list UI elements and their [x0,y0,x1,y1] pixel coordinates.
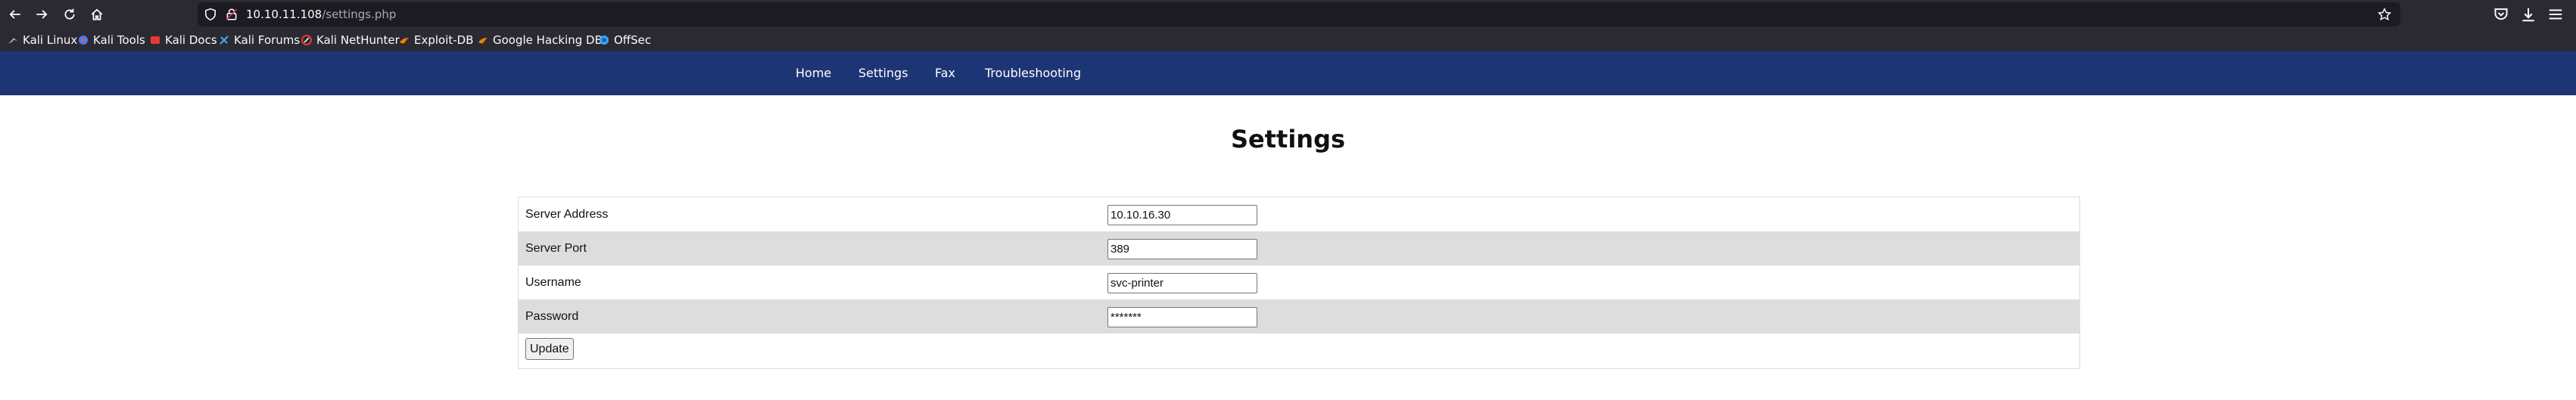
kali-forums-icon [220,36,229,45]
bookmark-label: Exploit-DB [414,33,474,47]
lock-icon[interactable] [225,8,238,21]
bookmark-exploit-db[interactable]: Exploit-DB [399,29,474,51]
reload-icon[interactable] [58,3,81,26]
password-label: Password [525,310,579,323]
username-input[interactable] [1107,273,1257,293]
back-icon[interactable] [4,3,26,26]
home-icon[interactable] [86,3,108,26]
bookmark-kali-tools[interactable]: Kali Tools [78,29,145,51]
bookmark-label: Kali Docs [165,33,217,47]
bookmarks-bar: Kali Linux Kali Tools Kali Docs Kali For… [0,29,2576,51]
bookmark-label: Kali Forums [234,33,301,47]
server-port-input[interactable] [1107,239,1257,259]
bookmark-kali-nethunter[interactable]: Kali NetHunter [301,29,400,51]
menu-icon[interactable] [2547,6,2564,23]
site-nav: Home Settings Fax Troubleshooting [0,51,2576,95]
exploit-db-icon [400,38,409,44]
url-bar[interactable]: 10.10.11.108/settings.php [198,2,2400,26]
pocket-icon[interactable] [2493,6,2509,23]
password-input[interactable] [1107,307,1257,327]
nav-troubleshooting[interactable]: Troubleshooting [985,51,1081,95]
server-address-label: Server Address [525,208,609,221]
nethunter-icon [301,35,312,45]
star-icon[interactable] [2377,7,2392,21]
bookmark-label: Kali Tools [93,33,145,47]
page-title: Settings [1230,125,1346,153]
browser-toolbar: 10.10.11.108/settings.php [0,0,2576,29]
shield-icon[interactable] [204,8,217,21]
url-path: /settings.php [322,8,397,21]
url-host: 10.10.11.108 [246,8,322,21]
form-row-server-port: Server Port [519,231,2079,265]
form-row-username: Username [519,265,2079,299]
bookmark-offsec[interactable]: OffSec [599,29,651,51]
forward-icon[interactable] [30,3,53,26]
server-address-input[interactable] [1107,205,1257,225]
bookmark-label: Google Hacking DB [493,33,603,47]
bookmark-label: OffSec [614,33,652,47]
url-text[interactable]: 10.10.11.108/settings.php [246,2,396,26]
username-label: Username [525,276,581,289]
server-port-label: Server Port [525,242,587,255]
ghdb-icon [478,38,487,44]
bookmark-google-hacking-db[interactable]: Google Hacking DB [478,29,603,51]
bookmark-kali-docs[interactable]: Kali Docs [150,29,217,51]
nav-home[interactable]: Home [796,51,831,95]
bookmark-label: Kali NetHunter [316,33,400,47]
settings-form: Server Address Server Port Username Pass… [518,197,2080,369]
form-row-server-address: Server Address [519,197,2079,231]
kali-docs-icon [151,36,160,44]
download-icon[interactable] [2520,6,2537,23]
kali-dragon-icon [8,38,17,43]
bookmark-kali-linux[interactable]: Kali Linux [8,29,77,51]
nav-settings[interactable]: Settings [858,51,908,95]
update-button[interactable]: Update [525,338,574,360]
nav-fax[interactable]: Fax [935,51,955,95]
kali-tools-icon [79,36,88,45]
bookmark-label: Kali Linux [23,33,78,47]
form-row-password: Password [519,299,2079,333]
bookmark-kali-forums[interactable]: Kali Forums [219,29,300,51]
offsec-icon [600,36,609,45]
